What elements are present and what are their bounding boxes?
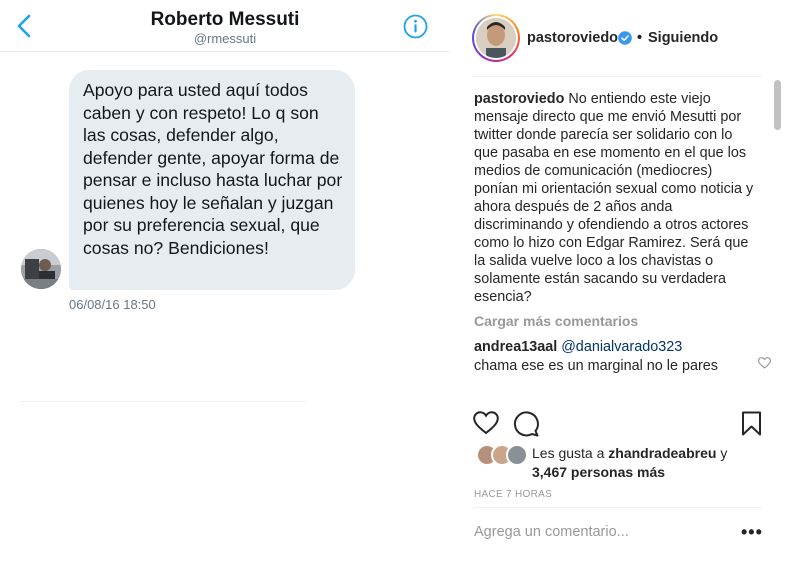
likes-connector: y <box>720 445 728 461</box>
twitter-dm-panel: Roberto Messuti @rmessuti Apoyo para ust… <box>0 0 450 563</box>
conversation-handle: @rmessuti <box>193 31 257 46</box>
scrollbar-thumb[interactable] <box>774 80 781 130</box>
post-header: pastoroviedo • Siguiendo <box>455 0 786 76</box>
header-divider <box>472 76 761 77</box>
post-username[interactable]: pastoroviedo <box>527 30 618 46</box>
avatar[interactable] <box>476 18 516 58</box>
more-options-button[interactable]: ••• <box>741 523 763 541</box>
likes-username[interactable]: zhandradeabreu <box>608 445 716 461</box>
caption-text: No entiendo este viejo mensaje directo q… <box>474 91 754 305</box>
message-bubble: Apoyo para usted aquí todos caben y con … <box>69 70 355 290</box>
comment-username[interactable]: andrea13aal <box>474 339 557 355</box>
message-timestamp: 06/08/16 18:50 <box>69 297 156 312</box>
likes-summary: Les gusta a zhandradeabreu y 3,467 perso… <box>532 444 767 482</box>
comment-like-heart-icon[interactable] <box>758 357 771 369</box>
post-time: HACE 7 HORAS <box>474 489 553 500</box>
likes-count[interactable]: 3,467 personas más <box>532 464 665 480</box>
liker-avatar[interactable] <box>506 444 528 466</box>
likes-prefix: Les gusta a <box>532 445 605 461</box>
avatar[interactable] <box>21 249 61 289</box>
add-comment-input[interactable] <box>474 524 704 540</box>
actions-divider <box>19 401 306 402</box>
verified-badge-icon <box>618 31 632 45</box>
info-icon[interactable] <box>403 14 428 39</box>
post-caption: pastoroviedo No entiendo este viejo mens… <box>474 90 754 306</box>
comments-list: pastoroviedo No entiendo este viejo mens… <box>474 90 771 375</box>
conversation-name: Roberto Messuti <box>150 9 300 30</box>
story-ring[interactable] <box>472 14 520 62</box>
following-button[interactable]: Siguiendo <box>648 30 718 46</box>
comment-text: chama ese es un marginal no le pares <box>474 357 718 374</box>
like-heart-icon[interactable] <box>473 411 499 435</box>
save-bookmark-icon[interactable] <box>741 411 762 436</box>
comment-bubble-icon[interactable] <box>513 411 540 437</box>
dm-header: Roberto Messuti @rmessuti <box>0 0 450 52</box>
comment-box-divider <box>474 507 761 508</box>
load-more-comments-button[interactable]: Cargar más comentarios <box>474 313 754 329</box>
separator-dot: • <box>637 30 643 46</box>
comment-mention[interactable]: @danialvarado323 <box>561 339 682 355</box>
comment-item: andrea13aal @danialvarado323 chama ese e… <box>474 338 771 375</box>
caption-username[interactable]: pastoroviedo <box>474 91 564 107</box>
